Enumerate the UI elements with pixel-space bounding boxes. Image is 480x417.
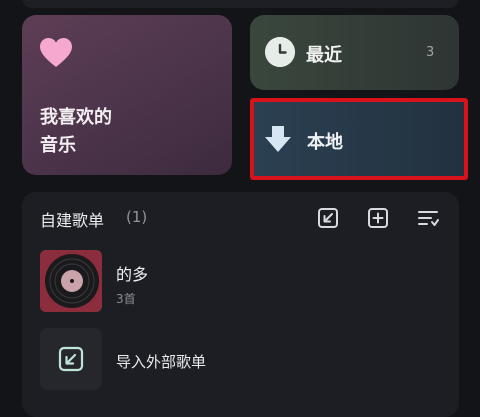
vinyl-record-icon — [40, 250, 102, 312]
download-arrow-icon — [265, 126, 291, 152]
heart-icon — [40, 38, 72, 67]
import-icon — [58, 346, 84, 372]
playlists-count: (1) — [126, 208, 148, 226]
import-playlist-button[interactable] — [40, 328, 102, 390]
recent-count: 3 — [426, 45, 435, 60]
previous-card-edge — [22, 0, 459, 8]
import-playlist-label[interactable]: 导入外部歌单 — [116, 351, 206, 372]
playlist-track-count: 3首 — [116, 292, 136, 306]
favorites-label: 我喜欢的 音乐 — [40, 107, 112, 156]
playlist-cover[interactable] — [40, 250, 102, 312]
playlists-title: 自建歌单 — [40, 211, 105, 230]
local-music-label: 本地 — [307, 132, 343, 153]
import-icon[interactable] — [316, 206, 340, 230]
sort-icon[interactable] — [416, 206, 440, 230]
recent-label: 最近 — [306, 45, 342, 66]
add-icon[interactable] — [366, 206, 390, 230]
clock-icon — [265, 37, 295, 67]
playlist-name[interactable]: 的多 — [116, 261, 148, 285]
